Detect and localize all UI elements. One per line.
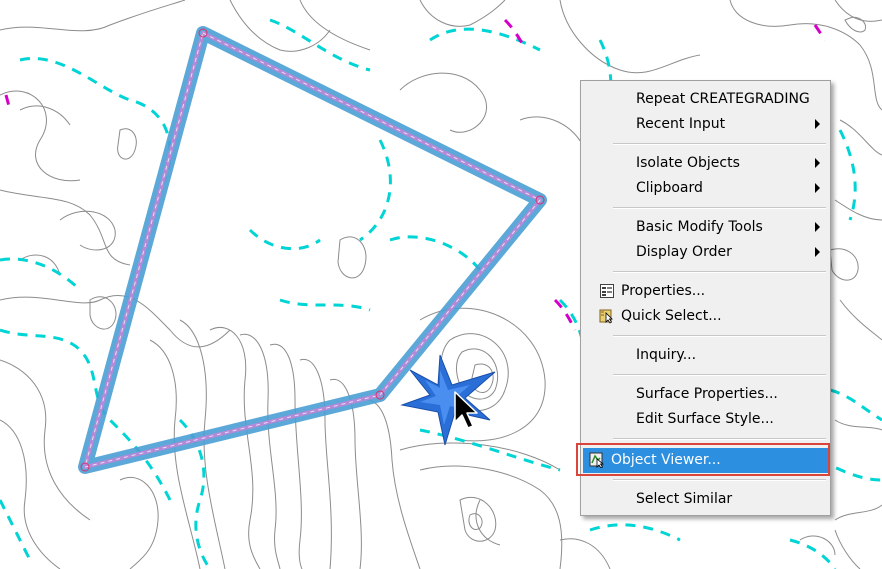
click-starburst [400, 354, 496, 446]
menu-separator [613, 335, 826, 337]
drawing-viewport[interactable]: Repeat CREATEGRADING Recent Input Isolat… [0, 0, 882, 569]
menu-item-repeat-label: Repeat CREATEGRADING [636, 91, 810, 107]
submenu-arrow-icon [815, 119, 820, 129]
menu-separator [613, 479, 826, 481]
menu-item-display-order[interactable]: Display Order [583, 240, 828, 265]
menu-item-clipboard[interactable]: Clipboard [583, 176, 828, 201]
menu-item-edit-surface-style-label: Edit Surface Style... [636, 411, 774, 427]
properties-icon [600, 284, 614, 298]
menu-item-surface-properties-label: Surface Properties... [636, 386, 778, 402]
menu-item-inquiry-label: Inquiry... [636, 347, 697, 363]
menu-item-repeat[interactable]: Repeat CREATEGRADING [583, 87, 828, 112]
quick-select-icon [599, 309, 613, 324]
menu-separator [613, 207, 826, 209]
menu-item-edit-surface-style[interactable]: Edit Surface Style... [583, 407, 828, 432]
menu-item-recent-input-label: Recent Input [636, 116, 726, 132]
menu-item-recent-input[interactable]: Recent Input [583, 112, 828, 137]
callout-highlight-box [576, 443, 830, 476]
menu-separator [613, 374, 826, 376]
menu-item-surface-properties[interactable]: Surface Properties... [583, 382, 828, 407]
menu-item-clipboard-label: Clipboard [636, 180, 703, 196]
menu-item-basic-modify-tools[interactable]: Basic Modify Tools [583, 215, 828, 240]
menu-item-select-similar[interactable]: Select Similar [583, 487, 828, 512]
menu-separator [613, 271, 826, 273]
menu-separator [613, 143, 826, 145]
menu-item-properties-label: Properties... [621, 283, 706, 299]
menu-item-isolate-objects-label: Isolate Objects [636, 155, 740, 171]
menu-item-quick-select-label: Quick Select... [621, 308, 722, 324]
menu-item-isolate-objects[interactable]: Isolate Objects [583, 151, 828, 176]
menu-item-select-similar-label: Select Similar [636, 491, 733, 507]
submenu-arrow-icon [815, 183, 820, 193]
menu-separator [613, 438, 826, 440]
menu-item-quick-select[interactable]: Quick Select... [583, 304, 828, 329]
menu-item-properties[interactable]: Properties... [583, 279, 828, 304]
menu-item-basic-modify-tools-label: Basic Modify Tools [636, 219, 763, 235]
menu-item-inquiry[interactable]: Inquiry... [583, 343, 828, 368]
submenu-arrow-icon [815, 247, 820, 257]
submenu-arrow-icon [815, 158, 820, 168]
selected-polyline[interactable] [78, 26, 547, 474]
submenu-arrow-icon [815, 222, 820, 232]
menu-item-display-order-label: Display Order [636, 244, 732, 260]
